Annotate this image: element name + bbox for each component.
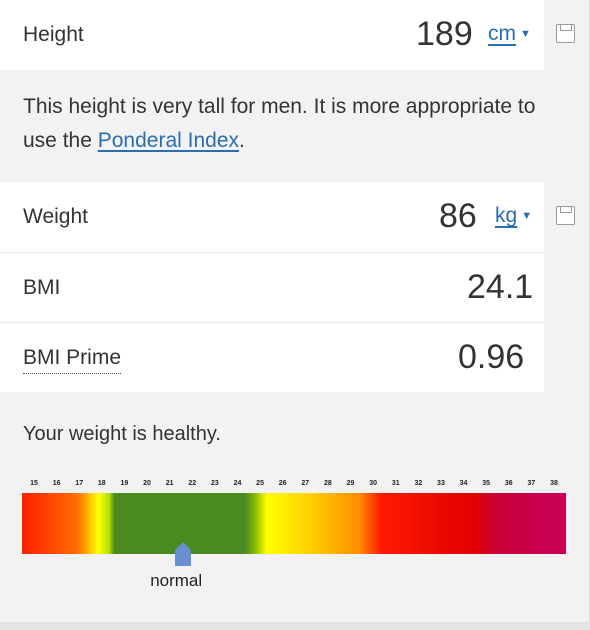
weight-label: Weight — [23, 205, 88, 228]
scale-tick-17: 17 — [75, 480, 84, 487]
bmi-prime-label[interactable]: BMI Prime — [23, 346, 122, 374]
scale-tick-32: 32 — [414, 480, 423, 487]
height-row: Height 189 cm ▼ — [0, 0, 544, 70]
caret-down-icon[interactable]: ▼ — [521, 210, 532, 222]
ponderal-index-link[interactable]: Ponderal Index — [98, 129, 239, 152]
scale-tick-23: 23 — [210, 480, 219, 487]
height-label: Height — [23, 23, 84, 46]
scale-tick-18: 18 — [97, 480, 106, 487]
weight-row: Weight 86 kg ▼ — [0, 182, 544, 252]
scale-tick-35: 35 — [482, 480, 491, 487]
scale-tick-22: 22 — [188, 480, 197, 487]
height-note: This height is very tall for men. It is … — [23, 90, 563, 158]
scale-tick-24: 24 — [233, 480, 242, 487]
height-value[interactable]: 189 — [416, 15, 473, 54]
scale-tick-16: 16 — [52, 480, 61, 487]
scale-tick-33: 33 — [437, 480, 445, 487]
bmi-scale-ticks: 15 16 17 18 19 20 21 22 23 24 25 26 27 28 29 30 31 32 33 34… — [22, 480, 566, 492]
bmi-row: BMI 24.1 — [0, 252, 544, 322]
height-unit-select[interactable]: cm ▼ — [488, 22, 531, 46]
weight-status: Your weight is healthy. — [23, 423, 221, 445]
bmi-label: BMI — [23, 276, 61, 299]
scale-tick-19: 19 — [120, 480, 129, 487]
height-unit-label[interactable]: cm — [488, 22, 516, 45]
bmi-prime-value: 0.96 — [458, 338, 525, 376]
scale-tick-20: 20 — [143, 480, 151, 487]
scale-tick-30: 30 — [369, 480, 378, 487]
caret-down-icon[interactable]: ▼ — [520, 28, 531, 40]
scale-tick-31: 31 — [391, 480, 400, 487]
weight-save-icon[interactable] — [556, 206, 575, 225]
panel-bottom-edge — [0, 622, 590, 630]
scale-tick-38: 38 — [550, 480, 558, 487]
note-text-after: . — [239, 129, 245, 152]
bmi-marker-label: normal — [150, 571, 203, 590]
scale-tick-15: 15 — [30, 480, 38, 487]
scale-tick-27: 27 — [301, 480, 310, 487]
weight-unit-label[interactable]: kg — [495, 204, 517, 227]
scale-tick-36: 36 — [504, 480, 513, 487]
weight-value[interactable]: 86 — [439, 197, 477, 236]
bmi-value: 24.1 — [467, 268, 534, 306]
scale-tick-25: 25 — [256, 480, 264, 487]
bmi-color-scale — [22, 493, 566, 554]
scale-tick-26: 26 — [278, 480, 287, 487]
scale-tick-29: 29 — [346, 480, 355, 487]
weight-unit-select[interactable]: kg ▼ — [495, 204, 532, 228]
scale-tick-28: 28 — [324, 480, 332, 487]
bmi-prime-row: BMI Prime 0.96 — [0, 322, 544, 392]
scale-tick-37: 37 — [527, 480, 536, 487]
scale-tick-21: 21 — [165, 480, 174, 487]
bmi-marker-icon — [175, 542, 192, 566]
height-save-icon[interactable] — [556, 24, 575, 43]
scale-tick-34: 34 — [459, 480, 468, 487]
